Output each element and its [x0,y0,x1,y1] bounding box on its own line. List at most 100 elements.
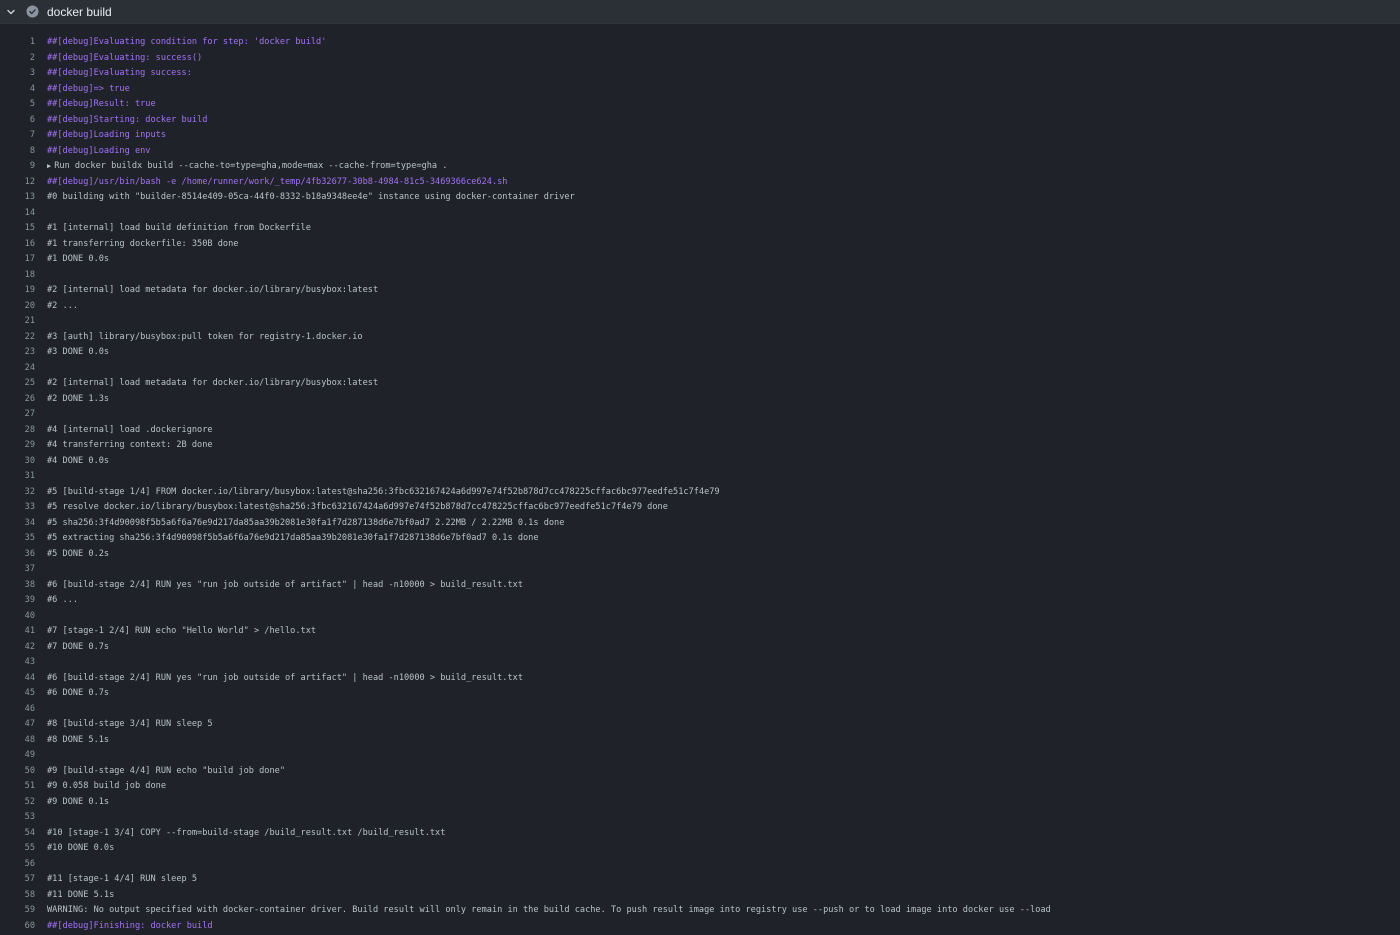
line-number[interactable]: 16 [0,237,35,253]
line-number[interactable]: 3 [0,66,35,82]
line-number[interactable]: 27 [0,407,35,423]
line-number[interactable]: 23 [0,345,35,361]
log-line: 55 #10 DONE 0.0s [0,841,1400,857]
log-line: 26 #2 DONE 1.3s [0,392,1400,408]
log-text: ##[debug]Loading inputs [47,130,166,140]
line-number[interactable]: 6 [0,113,35,129]
line-number[interactable]: 29 [0,438,35,454]
log-text: #7 DONE 0.7s [47,641,110,652]
line-number[interactable]: 31 [0,469,35,485]
line-number[interactable]: 4 [0,82,35,98]
log-line: 45 #6 DONE 0.7s [0,686,1400,702]
line-number[interactable]: 33 [0,500,35,516]
line-number[interactable]: 8 [0,144,35,160]
line-number[interactable]: 20 [0,299,35,315]
line-number[interactable]: 12 [0,175,35,191]
log-line: 39 #6 ... [0,593,1400,609]
line-number[interactable]: 13 [0,190,35,206]
line-number[interactable]: 9 [0,159,35,175]
line-number[interactable]: 55 [0,841,35,857]
line-number[interactable]: 35 [0,531,35,547]
line-number[interactable]: 51 [0,779,35,795]
log-text: #5 sha256:3f4d90098f5b5a6f6a76e9d217da85… [47,517,565,528]
log-text: ##[debug]Evaluating condition for step: … [47,37,327,47]
log-text: #5 resolve docker.io/library/busybox:lat… [47,502,668,512]
log-text: #2 ... [47,300,79,311]
line-number[interactable]: 52 [0,795,35,811]
line-number[interactable]: 15 [0,221,35,237]
line-number[interactable]: 40 [0,609,35,625]
line-number[interactable]: 39 [0,593,35,609]
step-title: docker build [47,4,112,19]
line-number[interactable]: 50 [0,764,35,780]
line-number[interactable]: 7 [0,128,35,144]
log-text: #9 [build-stage 4/4] RUN echo "build job… [47,765,285,776]
log-line: 33 #5 resolve docker.io/library/busybox:l… [0,500,1400,516]
log-line: 49 [0,748,1400,764]
log-line: 57 #11 [stage-1 4/4] RUN sleep 5 [0,872,1400,888]
line-number[interactable]: 18 [0,268,35,284]
log-text: #5 [build-stage 1/4] FROM docker.io/libr… [47,486,720,497]
step-header[interactable]: docker build [0,0,1400,24]
log-line: 13 #0 building with "builder-8514e409-05c… [0,190,1400,206]
log-text: ##[debug]Evaluating success: [47,68,192,78]
log-line: 44 #6 [build-stage 2/4] RUN yes "run job … [0,671,1400,687]
line-number[interactable]: 54 [0,826,35,842]
log-line: 52 #9 DONE 0.1s [0,795,1400,811]
log-line: 50 #9 [build-stage 4/4] RUN echo "build j… [0,764,1400,780]
chevron-down-icon[interactable] [4,5,18,19]
line-number[interactable]: 14 [0,206,35,222]
line-number[interactable]: 36 [0,547,35,563]
line-number[interactable]: 44 [0,671,35,687]
log-line: 15 #1 [internal] load build definition fr… [0,221,1400,237]
line-number[interactable]: 2 [0,51,35,67]
log-line: 58 #11 DONE 5.1s [0,888,1400,904]
log-output: 1 ##[debug]Evaluating condition for step:… [0,35,1400,934]
line-number[interactable]: 32 [0,485,35,501]
log-line: 23 #3 DONE 0.0s [0,345,1400,361]
line-number[interactable]: 19 [0,283,35,299]
line-number[interactable]: 22 [0,330,35,346]
log-line: 14 [0,206,1400,222]
log-text: #6 [build-stage 2/4] RUN yes "run job ou… [47,672,523,683]
line-number[interactable]: 48 [0,733,35,749]
log-line: 60 ##[debug]Finishing: docker build [0,919,1400,935]
line-number[interactable]: 34 [0,516,35,532]
line-number[interactable]: 56 [0,857,35,873]
line-number[interactable]: 38 [0,578,35,594]
line-number[interactable]: 49 [0,748,35,764]
log-text: ##[debug]/usr/bin/bash -e /home/runner/w… [47,176,508,187]
line-number[interactable]: 17 [0,252,35,268]
check-circle-icon [25,5,39,19]
log-line: 42 #7 DONE 0.7s [0,640,1400,656]
line-number[interactable]: 24 [0,361,35,377]
log-line: 5 ##[debug]Result: true [0,97,1400,113]
log-line: 34 #5 sha256:3f4d90098f5b5a6f6a76e9d217da… [0,516,1400,532]
line-number[interactable]: 45 [0,686,35,702]
expand-triangle-icon[interactable]: ▶ [47,162,51,170]
line-number[interactable]: 59 [0,903,35,919]
log-text: #4 transferring context: 2B done [47,440,213,450]
line-number[interactable]: 57 [0,872,35,888]
line-number[interactable]: 26 [0,392,35,408]
line-number[interactable]: 58 [0,888,35,904]
log-group-line[interactable]: 9 ▶ Run docker buildx build --cache-to=typ… [0,159,1400,175]
log-text: ##[debug]Finishing: docker build [47,920,213,931]
log-line: 29 #4 transferring context: 2B done [0,438,1400,454]
line-number[interactable]: 60 [0,919,35,935]
line-number[interactable]: 37 [0,562,35,578]
line-number[interactable]: 43 [0,655,35,671]
log-text: #8 [build-stage 3/4] RUN sleep 5 [47,719,213,729]
line-number[interactable]: 41 [0,624,35,640]
line-number[interactable]: 42 [0,640,35,656]
line-number[interactable]: 5 [0,97,35,113]
line-number[interactable]: 53 [0,810,35,826]
line-number[interactable]: 21 [0,314,35,330]
line-number[interactable]: 28 [0,423,35,439]
line-number[interactable]: 25 [0,376,35,392]
line-number[interactable]: 1 [0,35,35,51]
log-line: 31 [0,469,1400,485]
line-number[interactable]: 46 [0,702,35,718]
line-number[interactable]: 47 [0,717,35,733]
line-number[interactable]: 30 [0,454,35,470]
